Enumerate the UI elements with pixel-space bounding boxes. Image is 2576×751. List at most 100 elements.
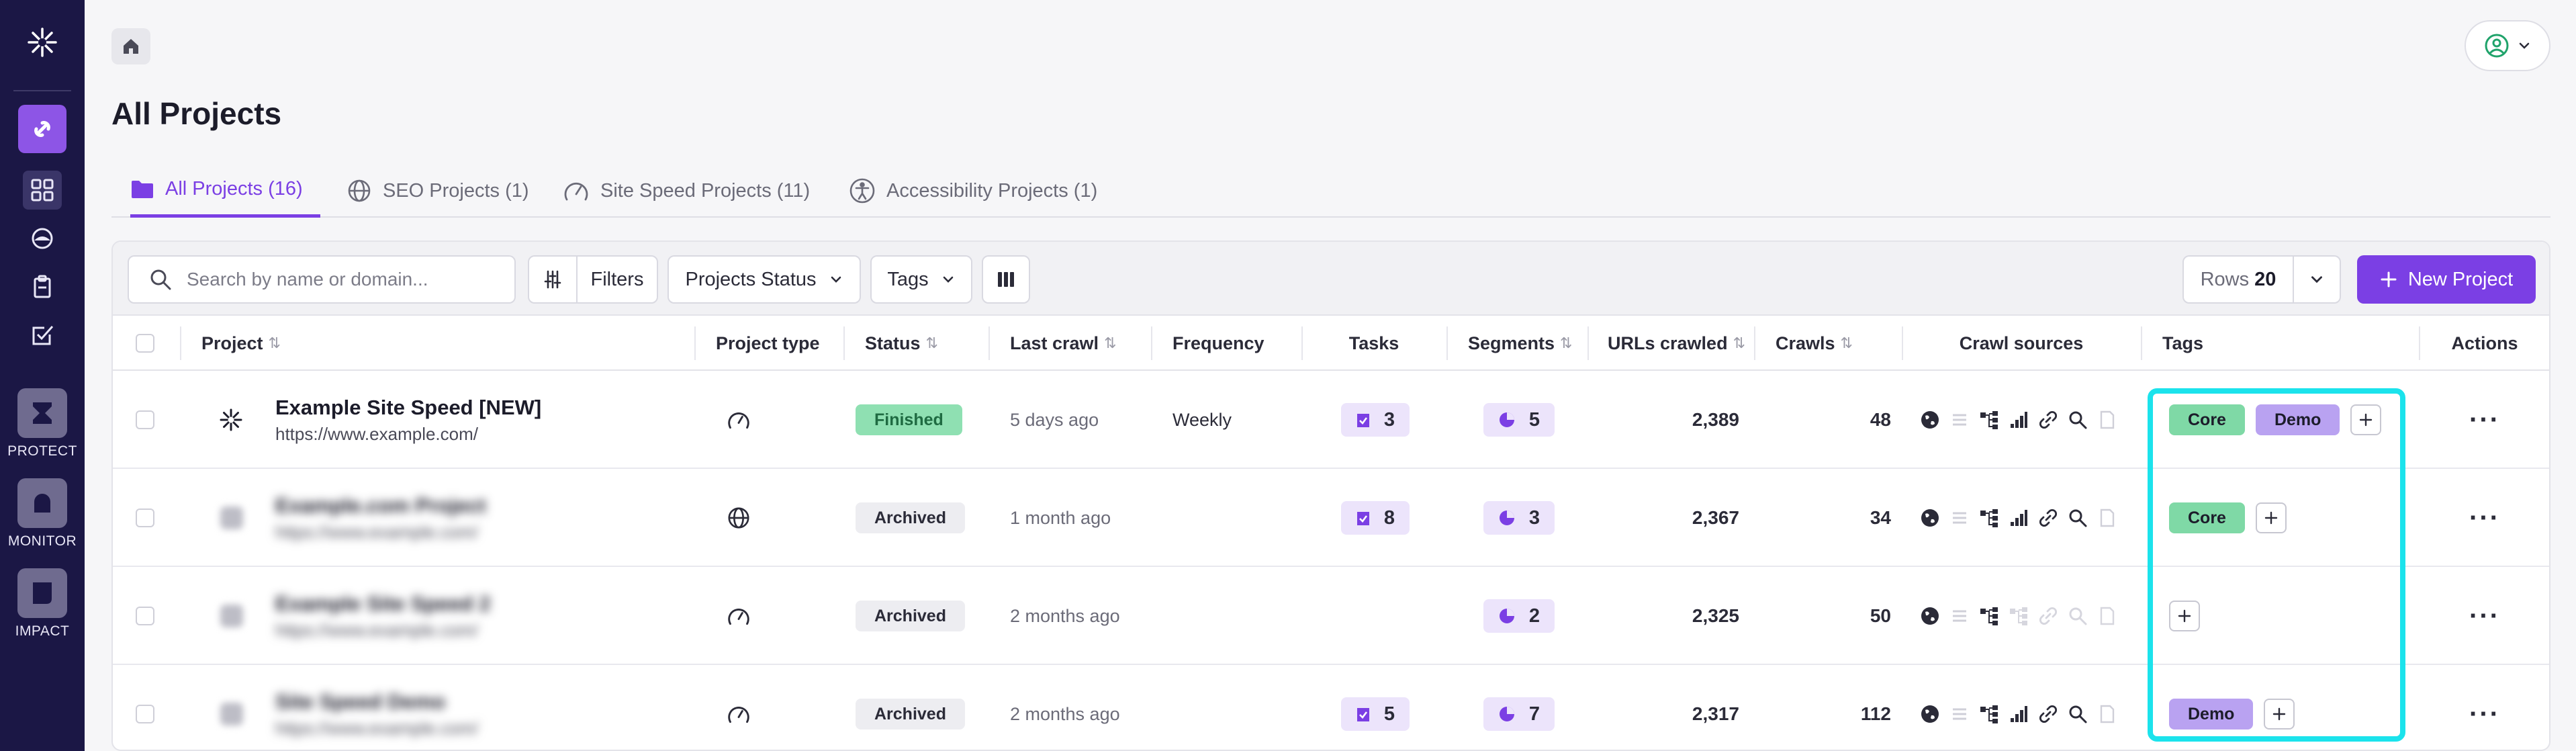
segments-pill[interactable]: 7: [1483, 697, 1555, 731]
filter-settings-button[interactable]: [529, 257, 578, 302]
add-tag-button[interactable]: [2350, 404, 2382, 435]
actions-cell: ···: [2419, 371, 2549, 469]
column-label: Status: [865, 333, 921, 353]
blurred-logo: [220, 605, 243, 627]
signal-bars-icon: [2008, 703, 2029, 725]
projects-status-label: Projects Status: [685, 268, 817, 290]
link-icon: [2037, 703, 2059, 725]
sitemap-icon: [1978, 507, 2000, 529]
select-all-checkbox[interactable]: [136, 334, 154, 353]
segments-cell[interactable]: 3: [1457, 469, 1581, 567]
segments-cell[interactable]: 2: [1457, 567, 1581, 665]
projects-nav-button[interactable]: [18, 105, 66, 153]
column-header-urls-crawled[interactable]: URLs crawled ⇅: [1608, 316, 1745, 371]
column-header-segments[interactable]: Segments ⇅: [1468, 316, 1572, 371]
project-name-cell[interactable]: Example Site Speed [NEW] https://www.exam…: [275, 371, 541, 469]
row-checkbox[interactable]: [136, 607, 154, 625]
project-name[interactable]: Example.com Project: [275, 494, 486, 518]
more-actions-button[interactable]: ···: [2469, 699, 2500, 730]
table-row[interactable]: Example.com Project https://www.example.c…: [113, 469, 2549, 567]
tag-core[interactable]: Core: [2169, 502, 2245, 533]
tab-site-speed-projects[interactable]: Site Speed Projects (11): [563, 164, 810, 218]
tasks-nav-button[interactable]: [23, 316, 62, 355]
column-label: Project type: [716, 333, 820, 353]
segments-cell[interactable]: 7: [1457, 665, 1581, 750]
add-tag-button[interactable]: [2255, 502, 2287, 533]
column-divider: [694, 326, 696, 360]
column-header-crawls[interactable]: Crawls ⇅: [1776, 316, 1853, 371]
segments-pill[interactable]: 2: [1483, 599, 1555, 633]
pie-chart-icon: [1499, 511, 1514, 525]
clipboard-check-icon: [1356, 708, 1369, 721]
project-name-cell[interactable]: Site Speed Demo https://www.example.com/: [275, 665, 478, 750]
tasks-count: 3: [1383, 408, 1395, 431]
tasks-cell[interactable]: 8: [1322, 469, 1429, 567]
user-menu-button[interactable]: [2465, 20, 2550, 71]
tasks-pill[interactable]: 5: [1340, 697, 1410, 731]
column-divider: [180, 326, 181, 360]
tasks-pill[interactable]: 8: [1340, 501, 1410, 535]
tag-core[interactable]: Core: [2169, 404, 2245, 435]
project-name[interactable]: Example Site Speed 2: [275, 592, 490, 616]
tab-accessibility-projects[interactable]: Accessibility Projects (1): [849, 164, 1097, 218]
left-navigation-rail: PROTECT MONITOR IMPACT: [0, 0, 85, 751]
row-checkbox[interactable]: [136, 705, 154, 723]
more-actions-button[interactable]: ···: [2469, 601, 2500, 631]
impact-product[interactable]: IMPACT: [0, 568, 85, 639]
more-actions-button[interactable]: ···: [2469, 503, 2500, 533]
search-input[interactable]: [187, 269, 496, 290]
segments-pill[interactable]: 3: [1483, 501, 1555, 535]
new-project-label: New Project: [2407, 268, 2514, 290]
table-row[interactable]: Example Site Speed 2 https://www.example.…: [113, 567, 2549, 665]
pie-chart-icon: [1499, 609, 1514, 623]
tasks-pill[interactable]: 3: [1340, 403, 1410, 437]
table-header: Project ⇅ Project type Status ⇅ Last crawl…: [113, 316, 2549, 371]
tab-seo-projects[interactable]: SEO Projects (1): [347, 164, 529, 218]
tag-demo[interactable]: Demo: [2255, 404, 2340, 435]
rows-per-page-display: Rows 20: [2184, 257, 2294, 302]
segments-cell[interactable]: 5: [1457, 371, 1581, 469]
tags-dropdown[interactable]: Tags: [870, 255, 972, 304]
segments-count: 5: [1528, 408, 1540, 431]
protect-product[interactable]: PROTECT: [0, 388, 85, 459]
analytics-nav-button[interactable]: [23, 219, 62, 258]
project-name[interactable]: Example Site Speed [NEW]: [275, 396, 541, 420]
more-actions-button[interactable]: ···: [2469, 405, 2500, 435]
tab-all-projects[interactable]: All Projects (16): [130, 164, 320, 218]
dashboard-nav-button[interactable]: [23, 171, 62, 210]
protect-label: PROTECT: [7, 443, 77, 459]
rows-per-page-dropdown[interactable]: [2294, 257, 2340, 302]
tag-demo[interactable]: Demo: [2169, 699, 2254, 730]
add-tag-button[interactable]: [2264, 699, 2295, 730]
project-name-cell[interactable]: Example Site Speed 2 https://www.example.…: [275, 567, 490, 665]
project-name-cell[interactable]: Example.com Project https://www.example.c…: [275, 469, 486, 567]
project-name[interactable]: Site Speed Demo: [275, 690, 478, 714]
tasks-cell[interactable]: 3: [1322, 371, 1429, 469]
columns-toggle-button[interactable]: [982, 255, 1030, 304]
table-row[interactable]: Example Site Speed [NEW] https://www.exam…: [113, 371, 2549, 469]
clipboard-nav-button[interactable]: [23, 267, 62, 306]
status-badge: Archived: [856, 502, 965, 533]
column-divider: [843, 326, 845, 360]
column-header-last-crawl[interactable]: Last crawl ⇅: [1010, 316, 1117, 371]
checkbox-icon: [32, 326, 54, 345]
column-header-status[interactable]: Status ⇅: [865, 316, 938, 371]
column-label: Crawl sources: [1959, 333, 2084, 353]
segments-pill[interactable]: 5: [1483, 403, 1555, 437]
sparkle-logo[interactable]: [20, 24, 64, 69]
projects-status-dropdown[interactable]: Projects Status: [668, 255, 861, 304]
column-header-project[interactable]: Project ⇅: [201, 316, 281, 371]
table-row[interactable]: Site Speed Demo https://www.example.com/ …: [113, 665, 2549, 750]
list-icon: [1949, 507, 1970, 529]
tasks-cell[interactable]: 5: [1322, 665, 1429, 750]
monitor-product[interactable]: MONITOR: [0, 478, 85, 549]
filters-button[interactable]: Filters: [578, 257, 657, 302]
add-tag-button[interactable]: [2169, 601, 2200, 631]
row-checkbox[interactable]: [136, 509, 154, 527]
home-breadcrumb-button[interactable]: [111, 28, 150, 64]
sparkle-logo-icon: [220, 408, 242, 431]
new-project-button[interactable]: New Project: [2357, 255, 2536, 304]
gauge-icon: [32, 228, 53, 249]
row-checkbox[interactable]: [136, 410, 154, 429]
sparkle-logo-icon: [28, 28, 57, 57]
